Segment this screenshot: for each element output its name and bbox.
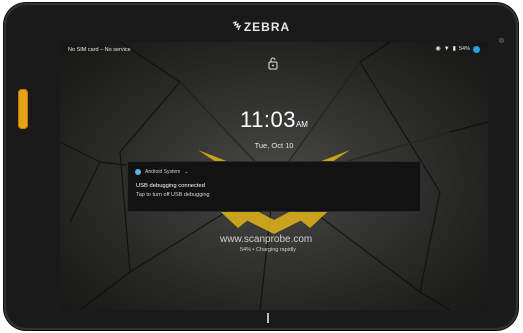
wifi-icon: ▼ xyxy=(443,46,450,52)
home-handle[interactable] xyxy=(267,313,269,323)
lock-screen[interactable]: No SIM card – No service ◉ ▼ ▮ 54% 11:03… xyxy=(60,42,488,310)
notification-title: USB debugging connected xyxy=(136,183,205,189)
watermark-text: www.scanprobe.com xyxy=(220,234,313,245)
charging-status: 54% • Charging rapidly xyxy=(240,247,297,253)
eye-icon: ◉ xyxy=(435,46,441,52)
brand-logo: ZEBRA xyxy=(4,20,518,34)
clock-time: 11:03 xyxy=(240,107,296,132)
battery-icon: ▮ xyxy=(452,46,456,52)
side-scan-button[interactable] xyxy=(18,89,28,129)
status-icons: ◉ ▼ ▮ 54% xyxy=(435,45,480,53)
notification-header: Android System ⌄ xyxy=(135,169,189,175)
notification-text: Tap to turn off USB debugging xyxy=(136,192,210,198)
lockscreen-clock: 11:03AM xyxy=(60,107,488,133)
camera-lens xyxy=(499,38,504,43)
clock-ampm: AM xyxy=(295,120,308,129)
zebra-logo-icon xyxy=(232,21,242,34)
android-system-icon xyxy=(135,169,141,175)
brand-name: ZEBRA xyxy=(243,20,291,34)
battery-percent: 54% xyxy=(458,46,470,52)
lock-icon[interactable] xyxy=(266,56,280,70)
notification-app-name: Android System xyxy=(145,169,181,175)
tablet-device: ZEBRA No SIM card – No service ◉ ▼ ▮ 54%… xyxy=(4,3,518,330)
status-carrier-text: No SIM card – No service xyxy=(68,47,131,53)
usb-debugging-notification[interactable]: Android System ⌄ USB debugging connected… xyxy=(127,161,421,212)
chevron-down-icon[interactable]: ⌄ xyxy=(184,169,188,175)
user-icon[interactable] xyxy=(473,45,480,53)
